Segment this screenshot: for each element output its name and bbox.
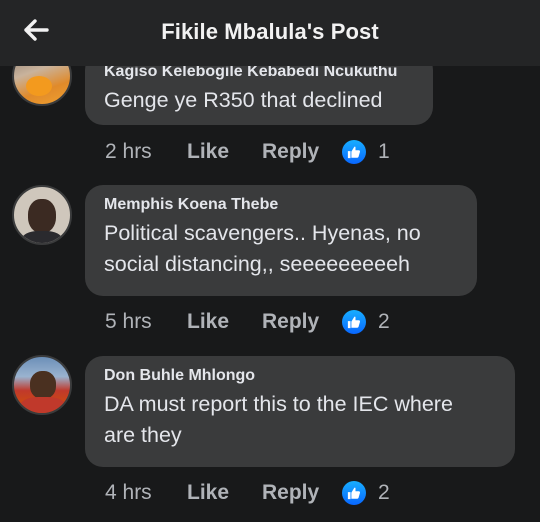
reaction-count[interactable]: 2 — [378, 310, 390, 334]
comment-bubble: Memphis Koena Thebe Political scavengers… — [85, 185, 477, 296]
reaction-count[interactable]: 1 — [378, 140, 390, 164]
thumbs-up-icon[interactable] — [342, 481, 366, 505]
comment-author[interactable]: Memphis Koena Thebe — [104, 195, 457, 215]
comment-text: Genge ye R350 that declined — [104, 88, 383, 112]
reply-button[interactable]: Reply — [262, 140, 342, 164]
like-button[interactable]: Like — [187, 140, 262, 164]
reaction-count[interactable]: 2 — [378, 481, 390, 505]
comment-actions: 5 hrs Like Reply 2 — [105, 307, 390, 337]
comment-text: social distancing,, seeeeeeeeeh — [104, 252, 410, 276]
avatar[interactable] — [12, 185, 72, 245]
comment-text: are they — [104, 423, 182, 447]
comment-actions: 4 hrs Like Reply 2 — [105, 478, 390, 508]
thumbs-up-icon[interactable] — [342, 310, 366, 334]
like-button[interactable]: Like — [187, 481, 262, 505]
reply-button[interactable]: Reply — [262, 310, 342, 334]
comment-bubble: Don Buhle Mhlongo DA must report this to… — [85, 356, 515, 467]
avatar[interactable] — [12, 355, 72, 415]
comment-text: Political scavengers.. Hyenas, no — [104, 221, 421, 245]
comment-timestamp: 5 hrs — [105, 310, 152, 333]
thumbs-up-icon[interactable] — [342, 140, 366, 164]
comment-actions: 2 hrs Like Reply 1 — [105, 137, 390, 167]
comment-timestamp: 4 hrs — [105, 481, 152, 504]
top-bar: Fikile Mbalula's Post — [0, 0, 540, 66]
comment-text: DA must report this to the IEC where — [104, 392, 453, 416]
reply-button[interactable]: Reply — [262, 481, 342, 505]
like-button[interactable]: Like — [187, 310, 262, 334]
page-title: Fikile Mbalula's Post — [161, 19, 379, 44]
comment-timestamp: 2 hrs — [105, 140, 152, 163]
comment-author[interactable]: Don Buhle Mhlongo — [104, 366, 495, 386]
